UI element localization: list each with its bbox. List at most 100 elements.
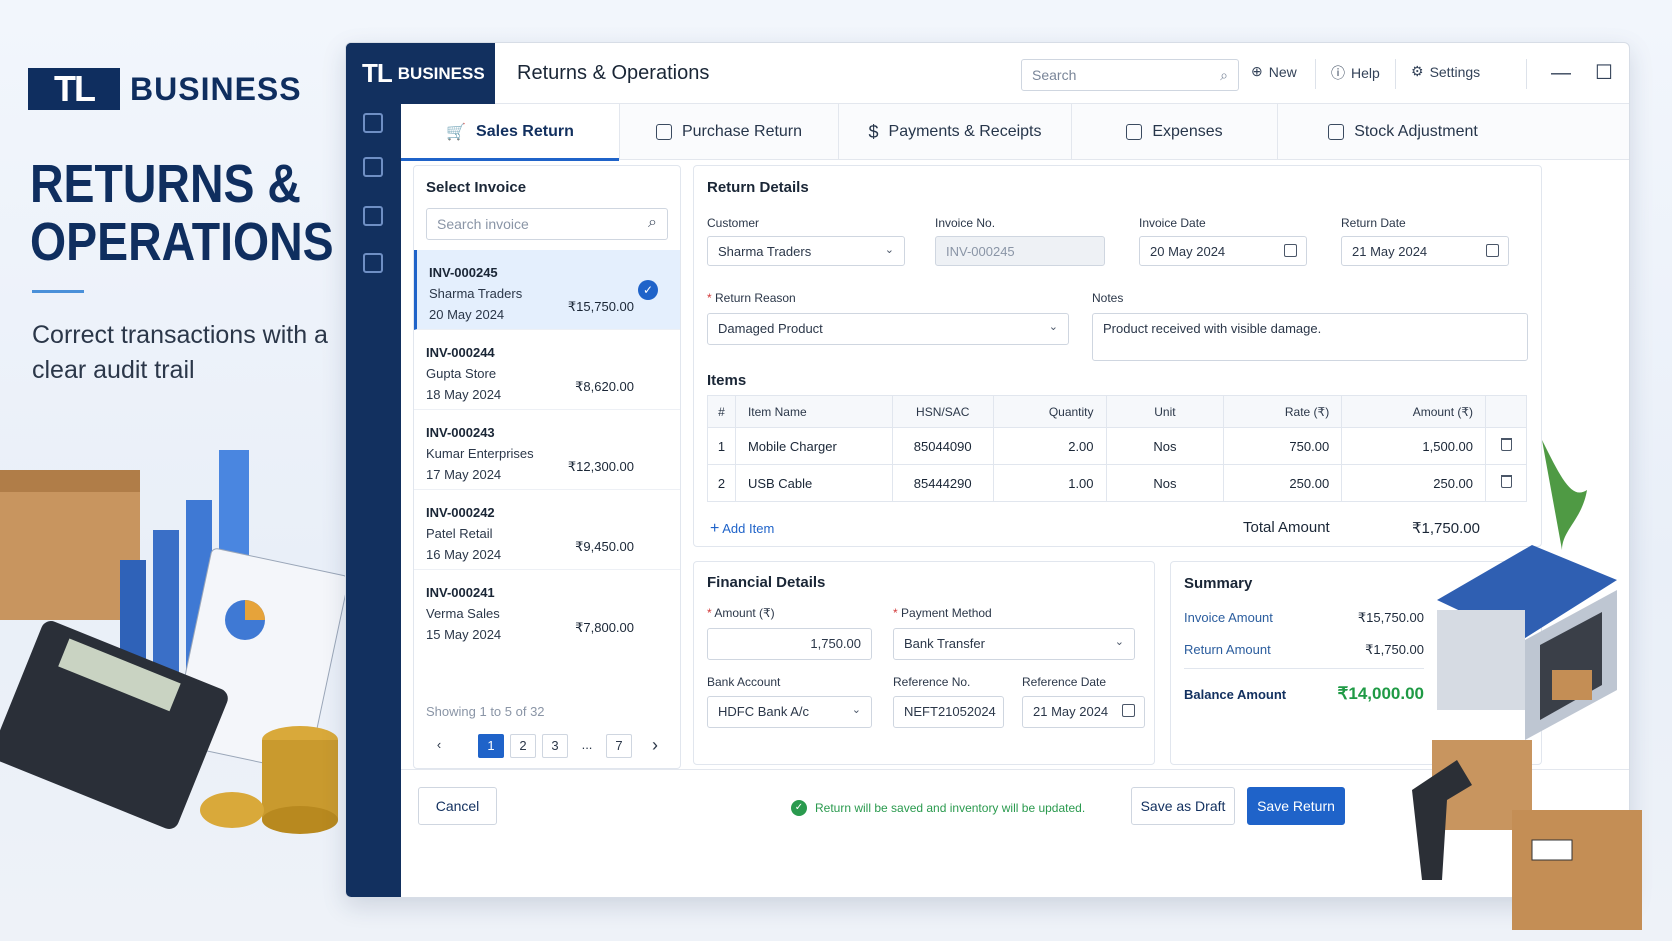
chevron-down-icon: ⌄	[1048, 321, 1058, 333]
gear-icon: ⚙	[1411, 63, 1424, 79]
chevron-down-icon: ⌄	[851, 704, 861, 716]
page-button[interactable]: 3	[542, 734, 568, 758]
new-button[interactable]: ⊕ New	[1251, 63, 1297, 80]
invoice-item[interactable]: INV-000242 Patel Retail 16 May 2024 ₹9,4…	[414, 490, 680, 570]
bank-account-select[interactable]: HDFC Bank A/c ⌄	[707, 696, 872, 728]
return-reason-value: Damaged Product	[718, 321, 823, 336]
sidebar	[346, 43, 401, 897]
divider	[1395, 59, 1396, 89]
reference-date-field[interactable]: 21 May 2024	[1022, 696, 1145, 728]
help-button[interactable]: ⓘ Help	[1331, 63, 1380, 83]
tab-payments-receipts[interactable]: $ Payments & Receipts	[839, 104, 1072, 160]
save-return-button[interactable]: Save Return	[1247, 787, 1345, 825]
payment-method-select[interactable]: Bank Transfer ⌄	[893, 628, 1135, 660]
settings-button[interactable]: ⚙ Settings	[1411, 63, 1480, 80]
return-reason-select[interactable]: Damaged Product ⌄	[707, 313, 1069, 345]
invoice-amount: ₹9,450.00	[575, 539, 634, 554]
tab-stock-adjustment[interactable]: Stock Adjustment	[1278, 104, 1528, 160]
invoice-amount: ₹15,750.00	[567, 299, 634, 314]
notes-textarea[interactable]: Product received with visible damage.	[1092, 313, 1528, 361]
invoice-item[interactable]: INV-000241 Verma Sales 15 May 2024 ₹7,80…	[414, 570, 680, 650]
invoice-item[interactable]: INV-000243 Kumar Enterprises 17 May 2024…	[414, 410, 680, 490]
add-item-button[interactable]: + Add Item	[710, 520, 774, 538]
items-title: Items	[707, 372, 747, 389]
item-quantity[interactable]: 2.00	[993, 427, 1107, 465]
table-header-row: # Item Name HSN/SAC Quantity Unit Rate (…	[707, 395, 1527, 428]
reference-no-input[interactable]: NEFT21052024	[893, 696, 1004, 728]
plus-icon: +	[710, 520, 720, 537]
global-search-input[interactable]: Search ⌕	[1021, 59, 1239, 91]
column-header: HSN/SAC	[892, 395, 994, 428]
invoice-item[interactable]: INV-000245 Sharma Traders 20 May 2024 ₹1…	[414, 250, 680, 330]
reference-date-value: 21 May 2024	[1033, 704, 1109, 719]
tab-label: Sales Return	[476, 123, 574, 140]
notes-value: Product received with visible damage.	[1103, 321, 1322, 336]
invoice-item[interactable]: INV-000244 Gupta Store 18 May 2024 ₹8,62…	[414, 330, 680, 410]
tab-purchase-return[interactable]: Purchase Return	[620, 104, 839, 160]
invoice-date-field[interactable]: 20 May 2024	[1139, 236, 1307, 266]
calendar-icon[interactable]	[1122, 704, 1135, 717]
chevron-left-icon[interactable]: ‹	[426, 734, 452, 758]
return-date-label: Return Date	[1341, 216, 1406, 230]
cancel-button[interactable]: Cancel	[418, 787, 497, 825]
cardboard-box	[0, 470, 140, 620]
invoice-no-value: INV-000245	[946, 244, 1015, 259]
return-date-field[interactable]: 21 May 2024	[1341, 236, 1509, 266]
search-icon: ⌕	[1220, 66, 1228, 83]
coin	[200, 792, 264, 828]
invoice-number: INV-000245	[429, 265, 498, 280]
title-bar: Returns & Operations Search ⌕ ⊕ New ⓘ He…	[495, 43, 1629, 104]
barcode-label	[1531, 839, 1573, 861]
customer-label: Customer	[707, 216, 760, 230]
chevron-down-icon: ⌄	[1114, 636, 1124, 648]
page-button[interactable]: 2	[510, 734, 536, 758]
calendar-icon[interactable]	[1486, 244, 1499, 257]
amount-label: * Amount (₹)	[707, 606, 775, 620]
calendar-icon[interactable]	[1284, 244, 1297, 257]
item-name[interactable]: Mobile Charger	[735, 427, 893, 465]
column-header: Item Name	[735, 395, 893, 428]
divider	[1315, 59, 1316, 89]
column-header: #	[707, 395, 736, 428]
new-button-label: New	[1268, 63, 1297, 80]
audit-icon[interactable]	[363, 253, 383, 273]
customer-select[interactable]: Sharma Traders ⌄	[707, 236, 905, 266]
approvals-icon[interactable]	[363, 157, 383, 177]
amount-label-text: Amount (₹)	[714, 606, 775, 620]
invoice-number: INV-000244	[426, 345, 495, 360]
returns-icon[interactable]	[363, 113, 383, 133]
invoice-no-field: INV-000245	[935, 236, 1105, 266]
divider	[1526, 59, 1527, 89]
inventory-icon[interactable]	[363, 206, 383, 226]
tab-label: Expenses	[1152, 123, 1223, 140]
tab-label: Purchase Return	[681, 123, 803, 140]
promo-subtitle: Correct transactions with a clear audit …	[32, 321, 328, 384]
item-rate: 750.00	[1223, 427, 1343, 465]
settings-button-label: Settings	[1429, 63, 1481, 80]
invoice-amount-label: Invoice Amount	[1184, 610, 1273, 625]
cardboard-box	[1512, 810, 1642, 930]
tab-expenses[interactable]: Expenses	[1072, 104, 1278, 160]
promo-brand-word: BUSINESS	[130, 70, 302, 107]
item-name[interactable]: USB Cable	[735, 464, 893, 502]
page-button[interactable]: 7	[606, 734, 632, 758]
check-icon: ✓	[638, 280, 658, 300]
invoice-search-input[interactable]: Search invoice ⌕	[426, 208, 668, 240]
financial-details-panel: Financial Details * Amount (₹) 1,750.00 …	[693, 561, 1155, 765]
help-button-label: Help	[1351, 65, 1380, 81]
save-info: ✓ Return will be saved and inventory wil…	[791, 800, 1085, 816]
office-illustration	[0, 450, 345, 834]
invoice-amount: ₹12,300.00	[567, 459, 634, 474]
item-quantity[interactable]: 1.00	[993, 464, 1107, 502]
tab-sales-return[interactable]: 🛒 Sales Return	[401, 104, 620, 161]
promo-title: RETURNS & OPERATIONS	[30, 154, 334, 272]
chevron-right-icon[interactable]: ›	[638, 734, 672, 758]
amount-input[interactable]: 1,750.00	[707, 628, 872, 660]
save-draft-button[interactable]: Save as Draft	[1131, 787, 1235, 825]
page-button[interactable]: 1	[478, 734, 504, 758]
maximize-icon[interactable]: ☐	[1592, 61, 1616, 85]
summary-title: Summary	[1184, 575, 1253, 592]
minimize-icon[interactable]: —	[1549, 61, 1573, 85]
summary-row: Balance Amount ₹14,000.00	[1184, 684, 1424, 704]
window-title: Returns & Operations	[517, 61, 710, 84]
